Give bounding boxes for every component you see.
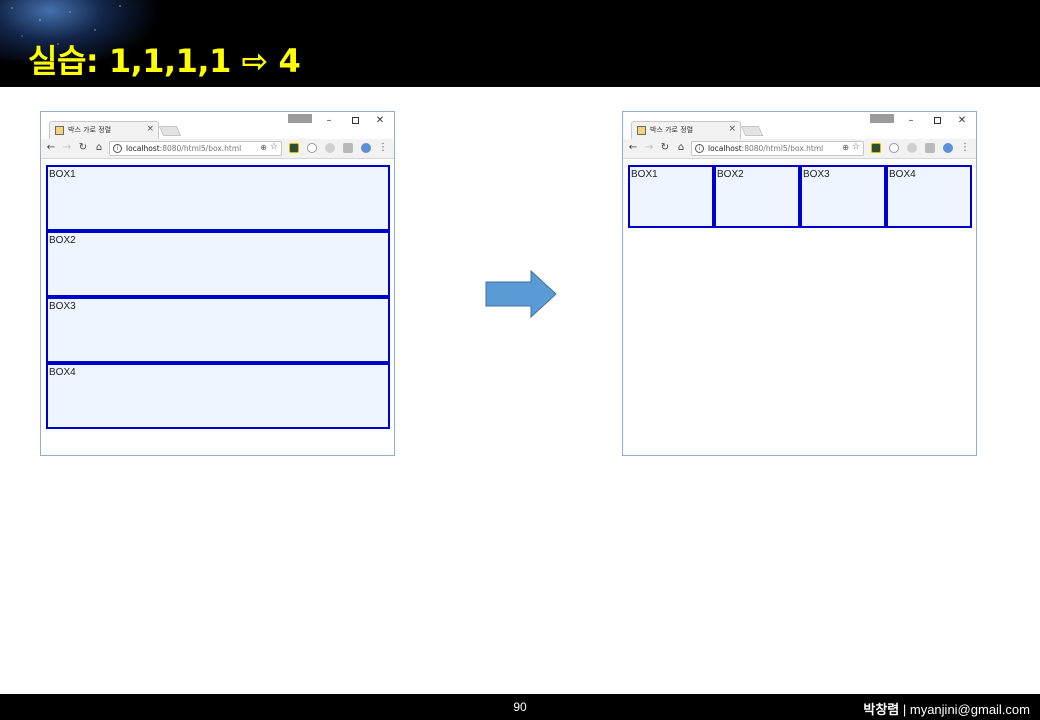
url-path: :8080/html5/box.html: [741, 144, 824, 153]
close-window-icon[interactable]: ✕: [953, 114, 971, 128]
box-label: BOX1: [49, 169, 76, 180]
box-3: BOX3: [46, 297, 390, 363]
back-arrow-icon[interactable]: ←: [626, 141, 640, 155]
tab-title: 박스 가로 정렬: [68, 126, 112, 134]
favicon-icon: [637, 126, 646, 135]
maximize-icon[interactable]: [346, 114, 364, 128]
extension-icon[interactable]: [289, 143, 299, 153]
url-path: :8080/html5/box.html: [159, 144, 242, 153]
slide-title: 실습: 1,1,1,1 ⇨ 4: [28, 42, 301, 80]
browser-tab[interactable]: 박스 가로 정렬 ×: [49, 121, 159, 139]
extension-icon[interactable]: [307, 143, 317, 153]
browser-tab[interactable]: 박스 가로 정렬 ×: [631, 121, 741, 139]
browser-toolbar: ← → ↻ ⌂ i localhost:8080/html5/box.html …: [41, 139, 394, 159]
extension-icon[interactable]: [889, 143, 899, 153]
box-label: BOX3: [49, 301, 76, 312]
box-label: BOX2: [49, 235, 76, 246]
box-3: BOX3: [800, 165, 886, 228]
star-icon[interactable]: ☆: [270, 142, 278, 152]
slide-footer: 90 박창렴 | myanjini@gmail.com: [0, 694, 1040, 720]
profile-badge[interactable]: [870, 114, 894, 123]
zoom-icon[interactable]: ⊕: [260, 143, 267, 152]
url-host: localhost: [126, 144, 160, 153]
url-text: localhost:8080/html5/box.html: [708, 144, 823, 153]
page-number: 90: [513, 700, 527, 714]
extension-icon[interactable]: [943, 143, 953, 153]
minimize-icon[interactable]: –: [320, 114, 338, 128]
box-label: BOX3: [803, 169, 830, 180]
page-viewport: BOX1 BOX2 BOX3 BOX4: [41, 160, 394, 455]
browser-titlebar: 박스 가로 정렬 × – ✕: [623, 112, 976, 139]
box-4: BOX4: [46, 363, 390, 429]
new-tab-button[interactable]: [158, 126, 182, 136]
maximize-icon[interactable]: [928, 114, 946, 128]
author-email: myanjini@gmail.com: [909, 702, 1030, 717]
forward-arrow-icon[interactable]: →: [642, 141, 656, 155]
address-bar[interactable]: i localhost:8080/html5/box.html ⊕ ☆: [109, 141, 282, 156]
address-bar[interactable]: i localhost:8080/html5/box.html ⊕ ☆: [691, 141, 864, 156]
home-icon[interactable]: ⌂: [674, 141, 688, 155]
box-label: BOX2: [717, 169, 744, 180]
home-icon[interactable]: ⌂: [92, 141, 106, 155]
tab-title: 박스 가로 정렬: [650, 126, 694, 134]
slide-header: 실습: 1,1,1,1 ⇨ 4: [0, 0, 1040, 87]
box-2: BOX2: [714, 165, 800, 228]
right-arrow-icon: [485, 270, 557, 318]
info-icon[interactable]: i: [113, 144, 122, 153]
zoom-icon[interactable]: ⊕: [842, 143, 849, 152]
extension-icon[interactable]: [361, 143, 371, 153]
url-host: localhost: [708, 144, 742, 153]
tab-close-icon[interactable]: ×: [146, 124, 154, 134]
author-credit: 박창렴 | myanjini@gmail.com: [863, 699, 1030, 718]
author-name: 박창렴: [863, 702, 900, 717]
browser-titlebar: 박스 가로 정렬 × – ✕: [41, 112, 394, 139]
box-1: BOX1: [46, 165, 390, 231]
favicon-icon: [55, 126, 64, 135]
box-2: BOX2: [46, 231, 390, 297]
browser-window-before: 박스 가로 정렬 × – ✕ ← → ↻ ⌂ i localhost:8080/…: [40, 111, 395, 456]
info-icon[interactable]: i: [695, 144, 704, 153]
extension-icon[interactable]: [907, 143, 917, 153]
close-window-icon[interactable]: ✕: [371, 114, 389, 128]
box-1: BOX1: [628, 165, 714, 228]
new-tab-button[interactable]: [740, 126, 764, 136]
browser-toolbar: ← → ↻ ⌂ i localhost:8080/html5/box.html …: [623, 139, 976, 159]
profile-badge[interactable]: [288, 114, 312, 123]
extension-icon[interactable]: [871, 143, 881, 153]
minimize-icon[interactable]: –: [902, 114, 920, 128]
box-label: BOX4: [889, 169, 916, 180]
extension-icon[interactable]: [343, 143, 353, 153]
reload-icon[interactable]: ↻: [76, 141, 90, 155]
back-arrow-icon[interactable]: ←: [44, 141, 58, 155]
extension-icon[interactable]: [325, 143, 335, 153]
star-icon[interactable]: ☆: [852, 142, 860, 152]
url-text: localhost:8080/html5/box.html: [126, 144, 241, 153]
tab-close-icon[interactable]: ×: [728, 124, 736, 134]
browser-window-after: 박스 가로 정렬 × – ✕ ← → ↻ ⌂ i localhost:8080/…: [622, 111, 977, 456]
extension-icon[interactable]: [925, 143, 935, 153]
page-viewport: BOX1 BOX2 BOX3 BOX4: [623, 160, 976, 455]
box-label: BOX4: [49, 367, 76, 378]
author-separator: |: [899, 702, 910, 717]
menu-icon[interactable]: ⋮: [378, 142, 388, 154]
forward-arrow-icon[interactable]: →: [60, 141, 74, 155]
reload-icon[interactable]: ↻: [658, 141, 672, 155]
box-4: BOX4: [886, 165, 972, 228]
menu-icon[interactable]: ⋮: [960, 142, 970, 154]
box-label: BOX1: [631, 169, 658, 180]
